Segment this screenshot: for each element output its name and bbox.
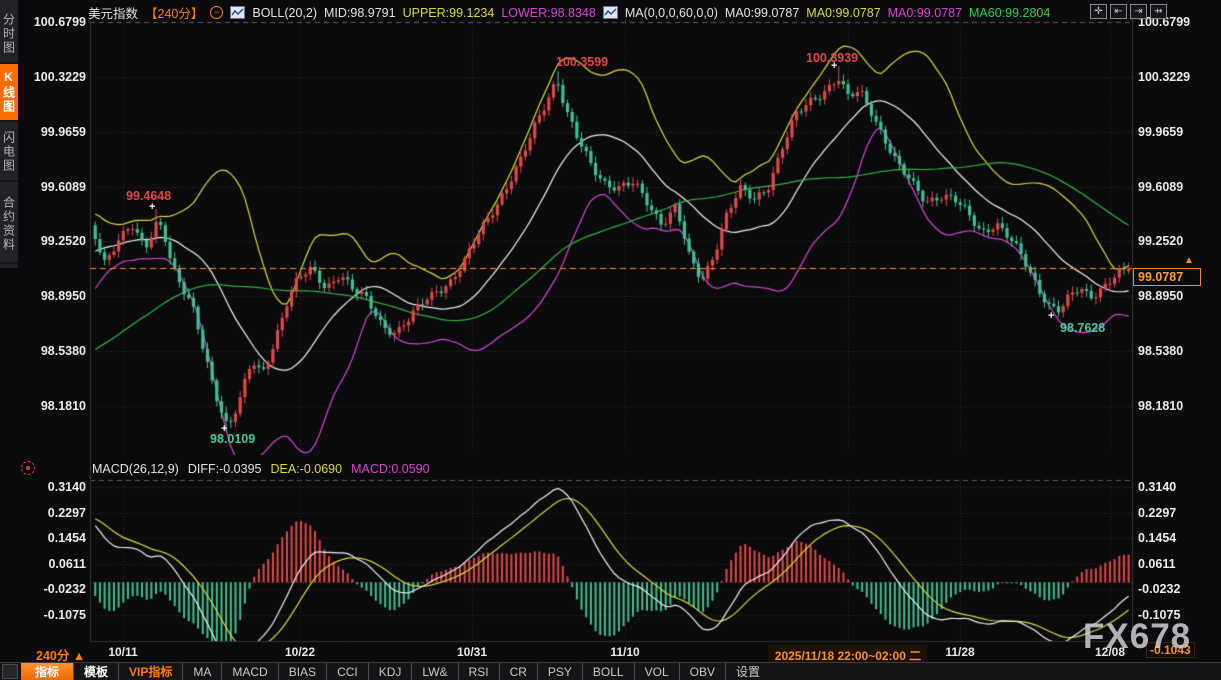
- tab-kdj[interactable]: KDJ: [368, 663, 412, 680]
- tab-cr[interactable]: CR: [499, 663, 537, 680]
- macd-axis-label: 0.3140: [24, 480, 86, 494]
- macd-axis-label-right: 0.0611: [1138, 557, 1176, 571]
- price-axis-label: 99.9659: [24, 125, 86, 139]
- date-label: 11/28: [945, 645, 974, 659]
- macd-title: MACD(26,12,9): [92, 462, 179, 476]
- ma-title: MA(0,0,0,60,0,0): [625, 6, 718, 20]
- price-axis-label-right: 98.8950: [1138, 289, 1183, 303]
- price-axis-label: 98.8950: [24, 289, 86, 303]
- bottom-toolbar: 指标 模板 VIP指标 MA MACD BIAS CCI KDJ LW& RSI…: [0, 662, 1221, 680]
- macd-axis-label-right: 0.1454: [1138, 531, 1176, 545]
- sidebar-item-contract-info[interactable]: 合约资料: [0, 186, 18, 264]
- boll-mid-value: MID:98.9791: [324, 6, 396, 20]
- tab-boll[interactable]: BOLL: [582, 663, 634, 680]
- symbol-title: 美元指数: [88, 3, 138, 22]
- macd-axis-label: -0.0232: [24, 582, 86, 596]
- fx678-watermark: FX678: [1083, 617, 1191, 657]
- left-sidebar: 分时图 K线图 闪电图 合约资料: [0, 0, 18, 679]
- indicator-target-icon[interactable]: [21, 461, 35, 475]
- kline-chart-canvas[interactable]: [0, 0, 1221, 679]
- price-axis-label-right: 99.9659: [1138, 125, 1183, 139]
- time-axis: 240分 ▲ 10/11 10/22 10/31 11/10 2025/11/1…: [0, 643, 1221, 662]
- sidebar-item-kline[interactable]: K线图: [0, 64, 18, 122]
- trading-terminal: 分时图 K线图 闪电图 合约资料 美元指数 【240分】 − BOLL(20,2…: [0, 0, 1221, 679]
- crosshair-pan-icon[interactable]: ✛: [1090, 4, 1107, 19]
- price-axis-label-right: 98.5380: [1138, 344, 1183, 358]
- tab-templates[interactable]: 模板: [73, 663, 118, 680]
- tab-indicators[interactable]: 指标: [21, 663, 73, 680]
- tab-psy[interactable]: PSY: [537, 663, 582, 680]
- price-axis-label: 98.1810: [24, 399, 86, 413]
- macd-axis-label: 0.0611: [24, 557, 86, 571]
- date-label: 10/11: [108, 645, 137, 659]
- axis-shift-right-icon[interactable]: ⇥: [1130, 4, 1147, 19]
- price-axis-label: 99.6089: [24, 180, 86, 194]
- pane-expand-icon[interactable]: ⇸: [1150, 4, 1167, 19]
- tab-settings[interactable]: 设置: [725, 663, 770, 680]
- macd-axis-label: 0.1454: [24, 531, 86, 545]
- tab-lw[interactable]: LW&: [411, 663, 457, 680]
- price-up-arrow-icon: ▲: [1184, 255, 1194, 266]
- tab-vip-indicators[interactable]: VIP指标: [118, 663, 182, 680]
- ma60-value: MA60:99.2804: [969, 6, 1050, 20]
- tab-vol[interactable]: VOL: [634, 663, 679, 680]
- sidebar-item-timeline[interactable]: 分时图: [0, 6, 18, 64]
- price-axis-label-right: 99.6089: [1138, 180, 1183, 194]
- price-axis-label-right: 98.1810: [1138, 399, 1183, 413]
- macd-axis-label-right: -0.0232: [1138, 582, 1180, 596]
- tab-bias[interactable]: BIAS: [278, 663, 326, 680]
- price-axis-label-right: 100.3229: [1138, 70, 1190, 84]
- macd-diff-value: DIFF:-0.0395: [188, 462, 262, 476]
- toolbar-collapse-button[interactable]: [2, 664, 18, 679]
- macd-dea-value: DEA:-0.0690: [270, 462, 342, 476]
- period-badge[interactable]: 【240分】: [145, 3, 203, 22]
- macd-axis-label-right: 0.2297: [1138, 506, 1176, 520]
- low-annotation: 98.0109: [210, 432, 255, 446]
- high-marker-cross: +: [149, 201, 155, 213]
- ma0-value-2: MA0:99.0787: [806, 6, 880, 20]
- macd-axis-label: 0.2297: [24, 506, 86, 520]
- boll-title: BOLL(20,2): [252, 6, 317, 20]
- date-label: 11/10: [610, 645, 639, 659]
- high-annotation: 100.3599: [556, 55, 608, 69]
- low-marker-cross: +: [1048, 310, 1054, 322]
- macd-header: MACD(26,12,9) DIFF:-0.0395 DEA:-0.0690 M…: [92, 462, 430, 476]
- macd-axis-label: -0.1075: [24, 608, 86, 622]
- macd-axis-label-right: 0.3140: [1138, 480, 1176, 494]
- ma-chart-thumb-icon[interactable]: [603, 6, 618, 19]
- period-dropdown-arrow-icon: ▲: [73, 649, 85, 663]
- boll-lower-value: LOWER:98.8348: [501, 6, 596, 20]
- low-marker-cross: +: [221, 423, 227, 435]
- boll-upper-value: UPPER:99.1234: [403, 6, 495, 20]
- price-axis-label-right: 99.2520: [1138, 234, 1183, 248]
- high-marker-cross: +: [831, 60, 837, 72]
- price-axis-label: 100.6799: [24, 15, 86, 29]
- collapse-indicator-icon[interactable]: −: [210, 6, 223, 19]
- current-price-box: 99.0787: [1133, 268, 1201, 286]
- price-axis-label: 98.5380: [24, 344, 86, 358]
- price-axis-label: 99.2520: [24, 234, 86, 248]
- ma0-value-3: MA0:99.0787: [888, 6, 962, 20]
- tab-cci[interactable]: CCI: [326, 663, 368, 680]
- tab-ma[interactable]: MA: [182, 663, 221, 680]
- tab-obv[interactable]: OBV: [679, 663, 725, 680]
- ma0-value-1: MA0:99.0787: [725, 6, 799, 20]
- indicator-header: 美元指数 【240分】 − BOLL(20,2) MID:98.9791 UPP…: [88, 5, 1050, 20]
- chart-tools: ✛ ⇤ ⇥ ⇸: [1090, 4, 1167, 19]
- tab-macd[interactable]: MACD: [221, 663, 277, 680]
- price-axis-label: 100.3229: [24, 70, 86, 84]
- date-label: 10/22: [285, 645, 315, 659]
- boll-chart-thumb-icon[interactable]: [230, 6, 245, 19]
- low-annotation: 98.7628: [1060, 321, 1105, 335]
- tab-rsi[interactable]: RSI: [458, 663, 499, 680]
- date-label: 10/31: [457, 645, 487, 659]
- macd-hist-value: MACD:0.0590: [351, 462, 430, 476]
- sidebar-item-flash[interactable]: 闪电图: [0, 124, 18, 182]
- axis-shift-left-icon[interactable]: ⇤: [1110, 4, 1127, 19]
